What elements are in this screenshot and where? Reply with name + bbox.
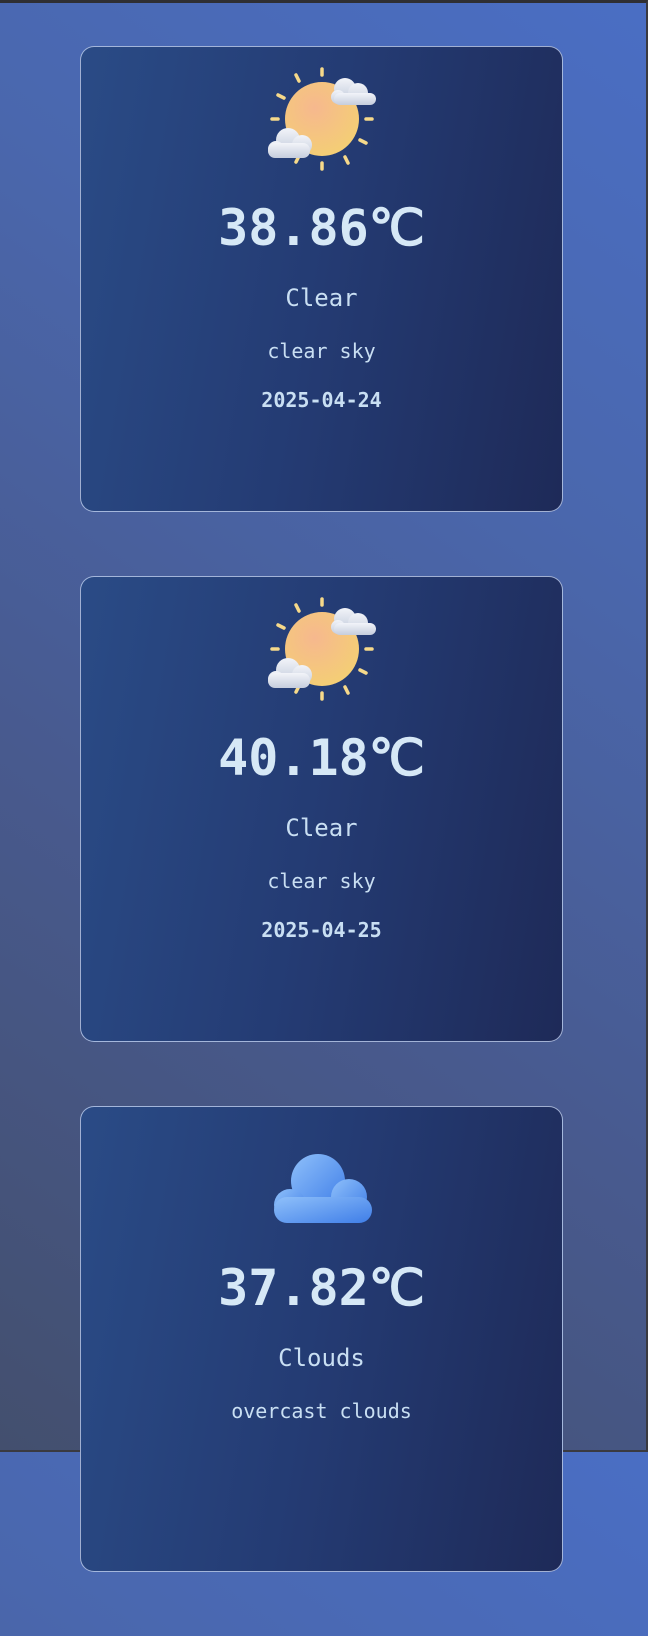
forecast-date: 2025-04-24 xyxy=(261,388,382,412)
forecast-card: 38.86℃ Clear clear sky 2025-04-24 xyxy=(80,46,563,512)
sun-behind-clouds-icon xyxy=(266,65,378,173)
forecast-card: 37.82℃ Clouds overcast clouds xyxy=(80,1106,563,1572)
forecast-date: 2025-04-25 xyxy=(261,918,382,942)
weather-main: Clear xyxy=(285,814,358,842)
forecast-list: 38.86℃ Clear clear sky 2025-04-24 40.18℃… xyxy=(80,46,563,1636)
sun-behind-clouds-icon xyxy=(266,595,378,703)
temperature: 40.18℃ xyxy=(218,729,425,787)
cloud-icon xyxy=(266,1125,378,1233)
weather-main: Clear xyxy=(285,284,358,312)
temperature: 37.82℃ xyxy=(218,1259,425,1317)
temperature: 38.86℃ xyxy=(218,199,425,257)
weather-description: clear sky xyxy=(267,869,376,893)
weather-main: Clouds xyxy=(278,1344,365,1372)
weather-description: overcast clouds xyxy=(231,1399,412,1423)
forecast-card: 40.18℃ Clear clear sky 2025-04-25 xyxy=(80,576,563,1042)
weather-description: clear sky xyxy=(267,339,376,363)
